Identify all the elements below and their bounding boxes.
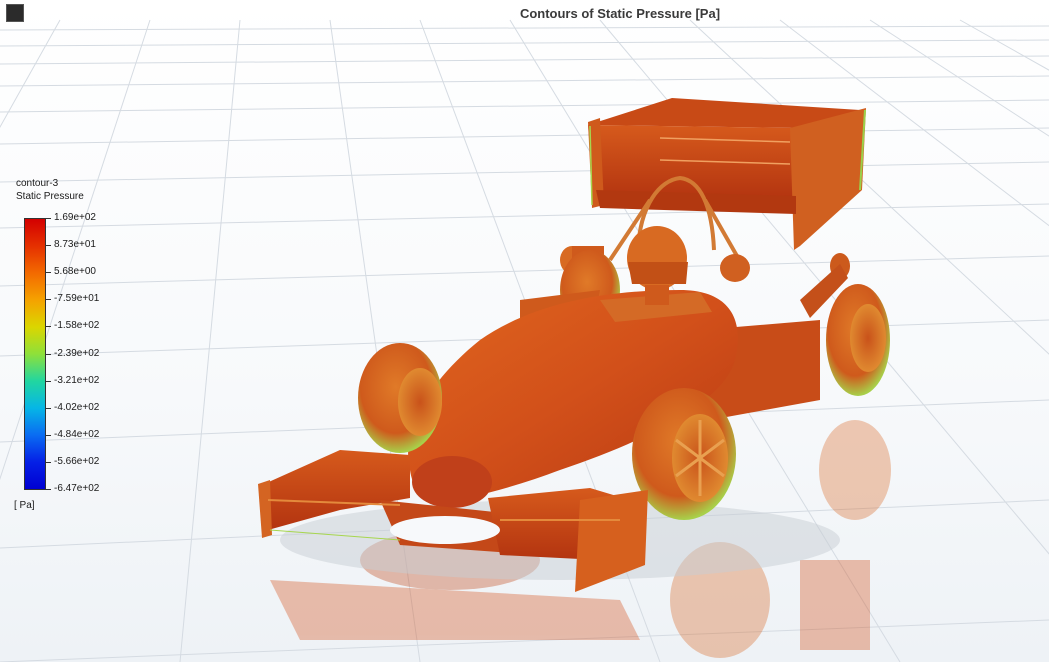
colormap-tick-label: -4.84e+02 [54,428,100,440]
legend-name: contour-3 [16,178,59,189]
colormap-tick-mark [46,380,51,382]
colormap-tick-label: 1.69e+02 [54,212,96,223]
colormap-tick-mark [46,353,51,355]
rear-right-wheel [826,284,890,396]
colormap-tick-label: 5.68e+00 [54,266,96,278]
colormap-tick-label: -4.02e+02 [54,401,100,413]
colormap-tick-mark [46,407,51,409]
front-left-wheel [358,343,442,453]
colormap-tick-mark [46,434,51,436]
colormap-tick-label: -1.58e+02 [54,320,100,332]
colormap-tick-mark [46,461,51,463]
car-contour-scene[interactable] [0,0,1049,662]
colormap-tick-label: -2.39e+02 [54,347,100,359]
legend-variable: Static Pressure [16,191,84,202]
front-right-wheel [632,388,736,520]
colormap-tick-mark [46,489,51,490]
colormap-bar [24,218,46,490]
colormap-tick-mark [46,326,51,328]
colormap-tick-label: -5.66e+02 [54,455,100,467]
colormap-tick-mark [46,218,51,219]
colormap-tick-mark [46,272,51,274]
colormap-tick-label: -3.21e+02 [54,374,100,386]
viewport-title: Contours of Static Pressure [Pa] [519,6,721,21]
legend-unit: [ Pa] [14,500,35,511]
colormap-tick-label: -7.59e+01 [54,293,100,305]
colormap-tick-mark [46,299,51,301]
colormap-tick-label: -6.47e+02 [54,483,100,494]
graphics-viewport[interactable]: Contours of Static Pressure [Pa] contour… [0,0,1049,662]
colormap-tick-mark [46,245,51,247]
app-logo-icon [6,4,24,22]
colormap-tick-label: 8.73e+01 [54,239,96,251]
